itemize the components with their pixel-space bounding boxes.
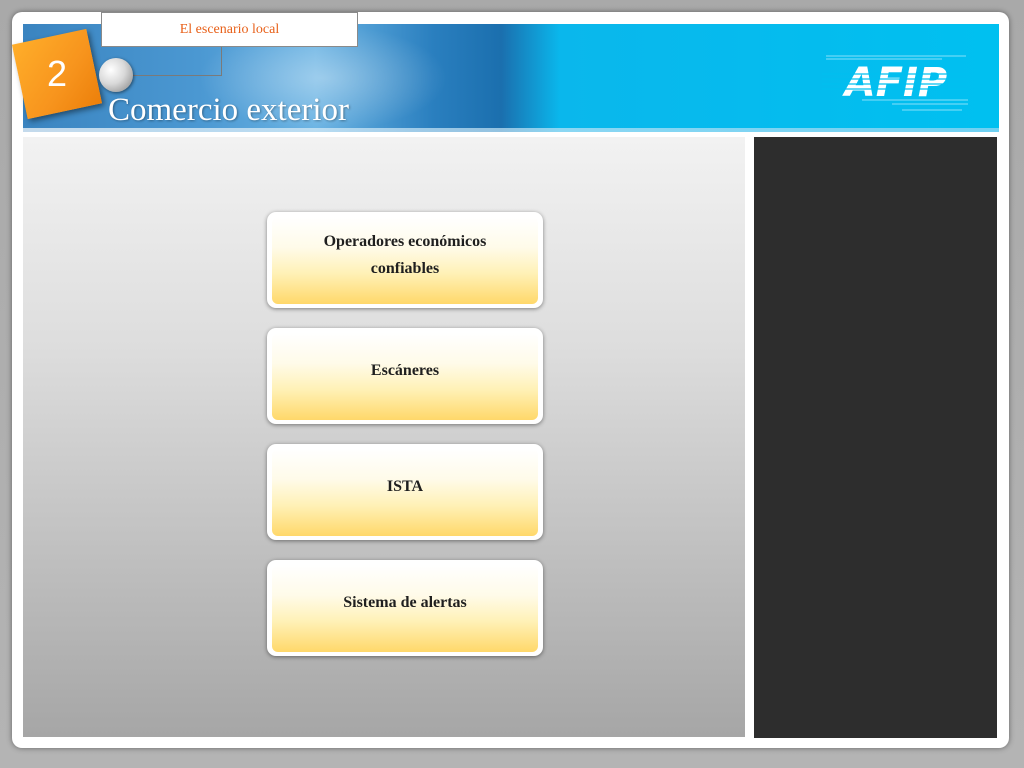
card-escaneres[interactable]: Escáneres: [267, 328, 543, 424]
page-title: Comercio exterior: [108, 92, 349, 128]
card-label: Sistema de alertas: [343, 594, 467, 611]
card-operadores[interactable]: Operadores económicos confiables: [267, 212, 543, 308]
card-label: Operadores económicos confiables: [323, 232, 487, 277]
tab-connector-horizontal: [130, 75, 222, 76]
section-tab: El escenario local: [101, 12, 358, 47]
afip-logo: AFIP: [822, 55, 970, 111]
card-inner: Sistema de alertas: [272, 565, 538, 652]
tab-connector: [221, 47, 222, 75]
section-number-badge: 2: [11, 28, 103, 120]
card-sistema-alertas[interactable]: Sistema de alertas: [267, 560, 543, 656]
card-ista[interactable]: ISTA: [267, 444, 543, 540]
sphere-icon: [99, 58, 133, 92]
card-inner: Escáneres: [272, 333, 538, 420]
section-number: 2: [46, 53, 68, 94]
card-inner: Operadores económicos confiables: [272, 217, 538, 304]
logo-text: AFIP: [842, 60, 947, 106]
card-label: ISTA: [386, 478, 424, 495]
card-inner: ISTA: [272, 449, 538, 536]
side-panel: [754, 137, 997, 738]
card-label: Escáneres: [370, 362, 440, 379]
section-tab-label: El escenario local: [179, 21, 280, 37]
